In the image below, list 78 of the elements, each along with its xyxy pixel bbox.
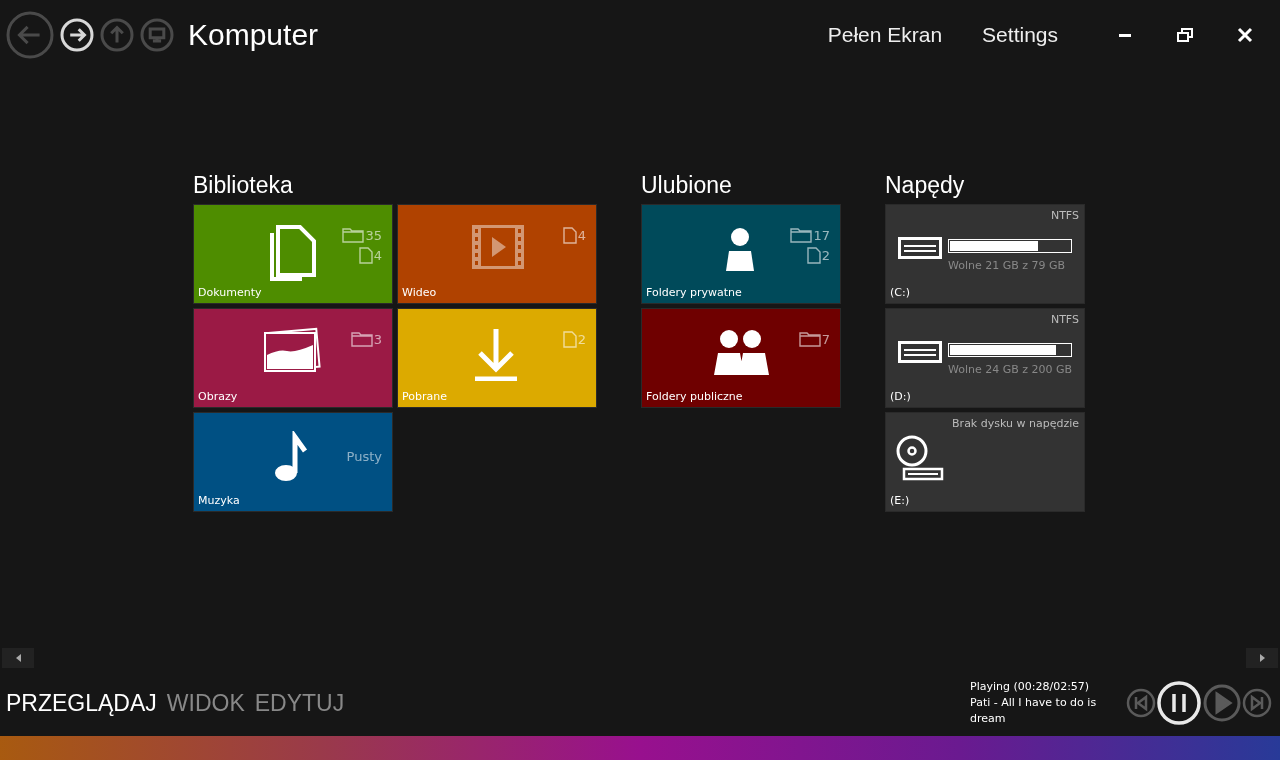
library-tile[interactable]: 7 Foldery publiczne: [641, 308, 841, 408]
library-tile[interactable]: 35 4 Dokumenty: [193, 204, 393, 304]
drive-letter: (D:): [890, 390, 911, 403]
monitor-icon: [140, 18, 174, 52]
free-space: Wolne 21 GB z 79 GB: [948, 259, 1066, 272]
group-title: Napędy: [885, 172, 966, 200]
previous-icon: [1126, 688, 1156, 718]
drive-tile[interactable]: Brak dysku w napędzie (E:): [885, 412, 1085, 512]
playback-status: Playing (00:28/02:57): [970, 679, 1091, 695]
folder-count: 17: [790, 227, 830, 243]
pause-button[interactable]: [1156, 680, 1202, 726]
header-link[interactable]: Pełen Ekran: [827, 23, 943, 47]
folder-count: 3: [350, 331, 382, 347]
tile-label: Obrazy: [198, 390, 238, 403]
folder-icon: [350, 331, 373, 347]
tile-label: Foldery publiczne: [646, 390, 743, 403]
play-icon: [1202, 683, 1242, 723]
library-tile[interactable]: 3 Obrazy: [193, 308, 393, 408]
file-count: 2: [806, 247, 830, 264]
file-count: 4: [562, 227, 586, 244]
folder-count: 35: [342, 227, 382, 243]
people-icon: [714, 329, 770, 375]
library-tile[interactable]: 17 2 Foldery prywatne: [641, 204, 841, 304]
folder-icon: [798, 331, 821, 347]
forward-icon: [60, 18, 94, 52]
tile-label: Dokumenty: [198, 286, 262, 299]
drive-info: Brak dysku w napędzie: [952, 417, 1079, 430]
library-tile[interactable]: Pusty Muzyka: [193, 412, 393, 512]
hard-drive-icon: [898, 237, 942, 259]
folder-icon: [790, 227, 813, 243]
drive-info: NTFS: [1050, 313, 1079, 326]
group-title: Biblioteka: [193, 172, 294, 200]
restore-icon: [1177, 28, 1193, 42]
tile-label: Muzyka: [198, 494, 240, 507]
group-title: Ulubione: [641, 172, 733, 200]
optical-drive-icon: [896, 435, 944, 481]
back-icon: [6, 11, 54, 59]
close-icon: [1237, 27, 1253, 43]
drive-info: NTFS: [1050, 209, 1079, 222]
minimize-icon: [1119, 33, 1131, 37]
tile-label: Pobrane: [402, 390, 447, 403]
tile-status: Pusty: [346, 449, 382, 464]
download-icon: [472, 327, 520, 381]
film-icon: [472, 225, 524, 269]
previous-button[interactable]: [1126, 688, 1156, 718]
forward-button[interactable]: [60, 18, 94, 52]
tile-label: Wideo: [402, 286, 437, 299]
file-icon: [562, 227, 577, 244]
file-count: 2: [562, 331, 586, 348]
pause-icon: [1156, 680, 1202, 726]
scroll-left-button[interactable]: [2, 648, 34, 668]
free-space: Wolne 24 GB z 200 GB: [948, 363, 1073, 376]
drive-letter: (E:): [890, 494, 910, 507]
next-button[interactable]: [1242, 688, 1272, 718]
file-icon: [806, 247, 821, 264]
drive-tile[interactable]: NTFS Wolne 21 GB z 79 GB (C:): [885, 204, 1085, 304]
left-arrow-icon: [15, 654, 21, 662]
next-icon: [1242, 688, 1272, 718]
file-icon: [562, 331, 577, 348]
hard-drive-icon: [898, 341, 942, 363]
ribbon-tab[interactable]: EDYTUJ: [254, 689, 345, 717]
scroll-right-button[interactable]: [1246, 648, 1278, 668]
right-arrow-icon: [1259, 654, 1265, 662]
folder-count: 7: [798, 331, 830, 347]
documents-icon: [268, 225, 318, 281]
file-count: 4: [358, 247, 382, 264]
track-title: Pati - All I have to do is dream: [970, 695, 1098, 727]
ribbon-tab[interactable]: WIDOK: [166, 689, 245, 717]
photos-icon: [262, 325, 322, 375]
header-link[interactable]: Settings: [982, 23, 1058, 47]
folder-icon: [342, 227, 365, 243]
tile-label: Foldery prywatne: [646, 286, 742, 299]
library-tile[interactable]: 4 Wideo: [397, 204, 597, 304]
file-icon: [358, 247, 373, 264]
drive-tile[interactable]: NTFS Wolne 24 GB z 200 GB (D:): [885, 308, 1085, 408]
drive-letter: (C:): [890, 286, 910, 299]
window-title: Komputer: [188, 18, 319, 52]
ribbon-tab[interactable]: PRZEGLĄDAJ: [6, 689, 157, 717]
